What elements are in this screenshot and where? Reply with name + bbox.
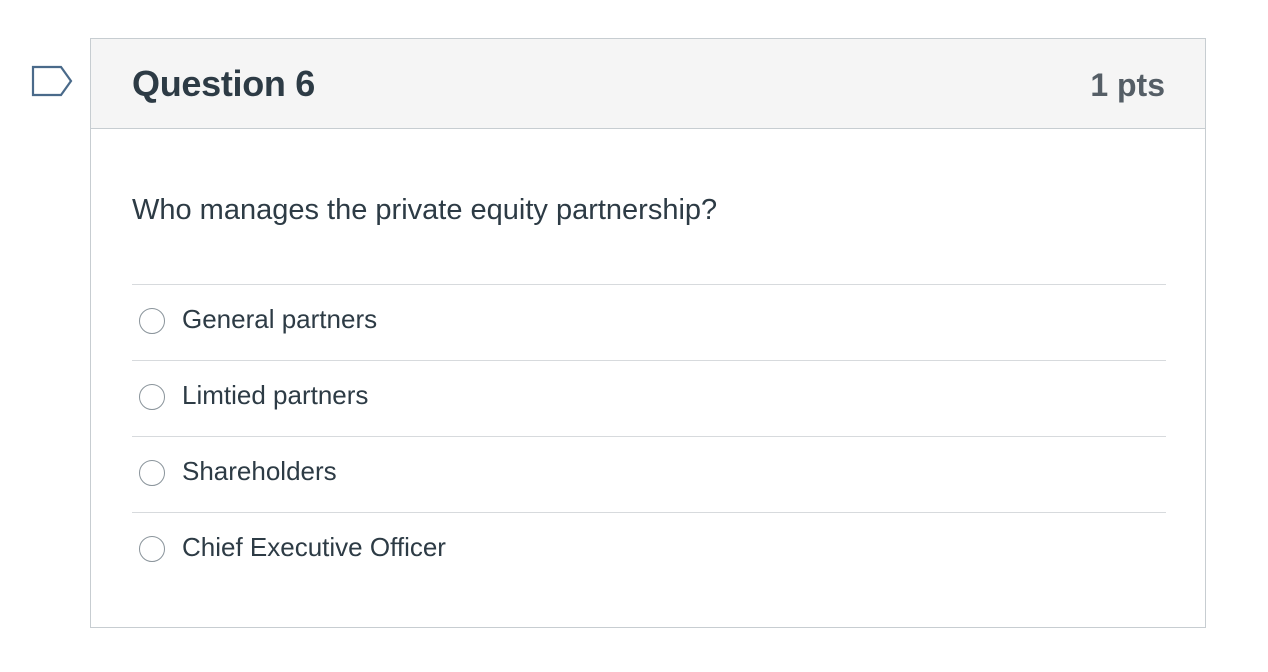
- question-card: Question 6 1 pts Who manages the private…: [90, 38, 1206, 628]
- answer-label[interactable]: General partners: [182, 304, 377, 335]
- question-header: Question 6 1 pts: [91, 39, 1205, 129]
- answer-label[interactable]: Limtied partners: [182, 380, 368, 411]
- answer-option[interactable]: Chief Executive Officer: [132, 512, 1166, 588]
- radio-button[interactable]: [139, 308, 165, 334]
- radio-button[interactable]: [139, 384, 165, 410]
- answer-option[interactable]: General partners: [132, 284, 1166, 360]
- answer-list: General partners Limtied partners Shareh…: [132, 284, 1166, 588]
- flag-question-icon[interactable]: [31, 65, 75, 101]
- question-points: 1 pts: [1090, 67, 1165, 103]
- answer-option[interactable]: Limtied partners: [132, 360, 1166, 436]
- answer-label[interactable]: Shareholders: [182, 456, 337, 487]
- answer-label[interactable]: Chief Executive Officer: [182, 532, 446, 563]
- answer-option[interactable]: Shareholders: [132, 436, 1166, 512]
- quiz-page: Question 6 1 pts Who manages the private…: [0, 0, 1268, 672]
- radio-button[interactable]: [139, 536, 165, 562]
- question-title: Question 6: [132, 63, 316, 104]
- question-text: Who manages the private equity partnersh…: [132, 194, 718, 226]
- radio-button[interactable]: [139, 460, 165, 486]
